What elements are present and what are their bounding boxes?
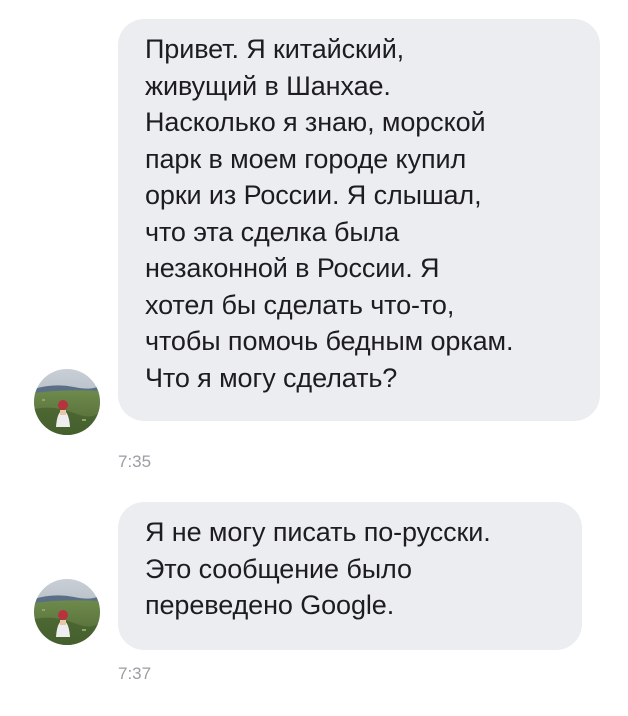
message-text-line: Что я могу сделать? (145, 362, 398, 393)
message-bubble[interactable]: Я не могу писать по-русски. Это сообщени… (118, 502, 582, 650)
user-photo-icon (34, 579, 100, 645)
user-photo-icon (34, 369, 100, 435)
message-bubble[interactable]: Привет. Я китайский, живущий в Шанхае. Н… (118, 19, 600, 421)
incoming-message: Я не могу писать по-русски. Это сообщени… (0, 480, 628, 716)
message-text-line: что эта сделка была (145, 216, 400, 247)
message-text-line: орки из России. Я слышал, (145, 180, 482, 210)
message-text-line: парк в моем городе купил (145, 143, 467, 174)
user-avatar-icon[interactable] (34, 579, 100, 645)
message-text-line: Я не могу писать по-русски. (145, 517, 491, 547)
message-text-line: хотел бы сделать что-то, (145, 289, 455, 320)
message-text-line: незаконной в России. Я (145, 253, 440, 283)
user-avatar-icon[interactable] (34, 369, 100, 435)
message-text-line: живущий в Шанхае. (145, 70, 391, 101)
message-timestamp: 7:37 (118, 664, 152, 683)
message-text-line: Насколько я знаю, морской (145, 107, 486, 137)
incoming-message: Привет. Я китайский, живущий в Шанхае. Н… (0, 0, 628, 480)
message-text-line: Это сообщение было (145, 553, 412, 584)
message-text-line: переведено Google. (145, 590, 395, 620)
chat-conversation: Привет. Я китайский, живущий в Шанхае. Н… (0, 0, 628, 716)
message-text-line: чтобы помочь бедным оркам. (145, 326, 514, 356)
message-timestamp: 7:35 (118, 452, 152, 471)
message-text-line: Привет. Я китайский, (145, 34, 405, 64)
